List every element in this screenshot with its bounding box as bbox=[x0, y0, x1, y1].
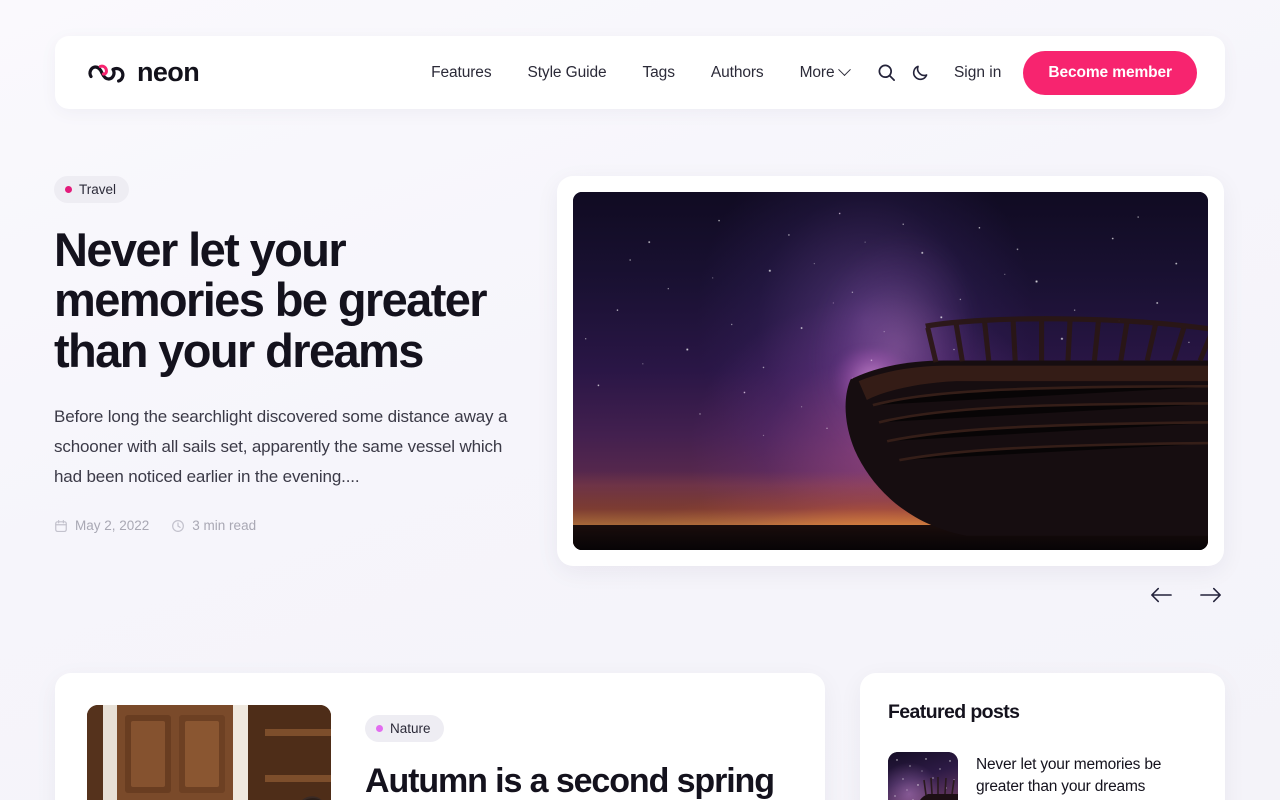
nav-item-features[interactable]: Features bbox=[431, 64, 491, 82]
post-card-autumn[interactable]: Nature Autumn is a second spring when ev… bbox=[55, 673, 825, 800]
hero-tag-travel[interactable]: Travel bbox=[54, 176, 130, 203]
hero-meta: May 2, 2022 3 min read bbox=[54, 518, 554, 533]
featured-post-thumbnail bbox=[888, 752, 958, 800]
post-tag-label: Nature bbox=[390, 721, 431, 736]
neon-logo-mark-icon bbox=[87, 59, 127, 87]
arrow-right-icon[interactable] bbox=[1198, 582, 1224, 608]
tag-dot-icon bbox=[376, 725, 383, 732]
clock-icon bbox=[171, 519, 185, 533]
carousel-navigation bbox=[1148, 582, 1224, 608]
hero-date: May 2, 2022 bbox=[54, 518, 149, 533]
nav-item-authors[interactable]: Authors bbox=[711, 64, 764, 82]
nav-label: Features bbox=[431, 63, 492, 81]
nav-label: Authors bbox=[710, 63, 764, 81]
hero-read-time: 3 min read bbox=[171, 518, 256, 533]
main-navigation: Features Style Guide Tags Authors More bbox=[431, 63, 851, 82]
brand-logo[interactable]: neon bbox=[87, 57, 200, 87]
tag-dot-icon bbox=[65, 186, 72, 193]
brand-name: neon bbox=[137, 57, 200, 87]
header-actions: Sign in Become member bbox=[870, 50, 1197, 95]
door-scene-illustration bbox=[87, 705, 331, 800]
nav-label: Tags bbox=[642, 63, 675, 81]
nav-item-tags[interactable]: Tags bbox=[643, 64, 675, 82]
arrow-left-icon[interactable] bbox=[1148, 582, 1174, 608]
calendar-icon bbox=[54, 519, 68, 533]
post-tag-nature[interactable]: Nature bbox=[365, 715, 444, 742]
post-card-title[interactable]: Autumn is a second spring when every lea… bbox=[365, 762, 793, 800]
boat-silhouette bbox=[845, 316, 1208, 536]
hero-article-text: Travel Never let your memories be greate… bbox=[54, 176, 554, 533]
featured-post-item[interactable]: Never let your memories be greater than … bbox=[888, 752, 1197, 800]
featured-thumb-image bbox=[888, 752, 958, 800]
nav-label: Style Guide bbox=[527, 63, 607, 81]
sign-in-link[interactable]: Sign in bbox=[954, 64, 1001, 82]
become-member-button[interactable]: Become member bbox=[1023, 50, 1197, 95]
page-root: neon Features Style Guide Tags Authors M… bbox=[0, 0, 1280, 800]
post-card-body: Nature Autumn is a second spring when ev… bbox=[365, 705, 793, 800]
featured-post-title: Never let your memories be greater than … bbox=[976, 756, 1162, 795]
featured-posts-panel: Featured posts Never let your memories b… bbox=[860, 673, 1225, 800]
nav-item-style-guide[interactable]: Style Guide bbox=[527, 64, 606, 82]
post-card-image bbox=[87, 705, 331, 800]
hero-date-label: May 2, 2022 bbox=[75, 518, 150, 534]
hero-read-time-label: 3 min read bbox=[192, 518, 257, 534]
hero-excerpt: Before long the searchlight discovered s… bbox=[54, 406, 508, 486]
hero-tag-label: Travel bbox=[79, 182, 117, 197]
hero-image-card[interactable] bbox=[557, 176, 1224, 566]
chevron-down-icon bbox=[837, 63, 851, 77]
nav-item-more[interactable]: More bbox=[799, 63, 851, 82]
hero-image bbox=[573, 192, 1208, 550]
featured-posts-heading: Featured posts bbox=[888, 701, 1020, 723]
nav-label: More bbox=[799, 63, 835, 81]
search-icon[interactable] bbox=[870, 56, 904, 90]
moon-icon[interactable] bbox=[904, 56, 938, 90]
site-header: neon Features Style Guide Tags Authors M… bbox=[55, 36, 1225, 109]
hero-title[interactable]: Never let your memories be greater than … bbox=[54, 224, 554, 376]
